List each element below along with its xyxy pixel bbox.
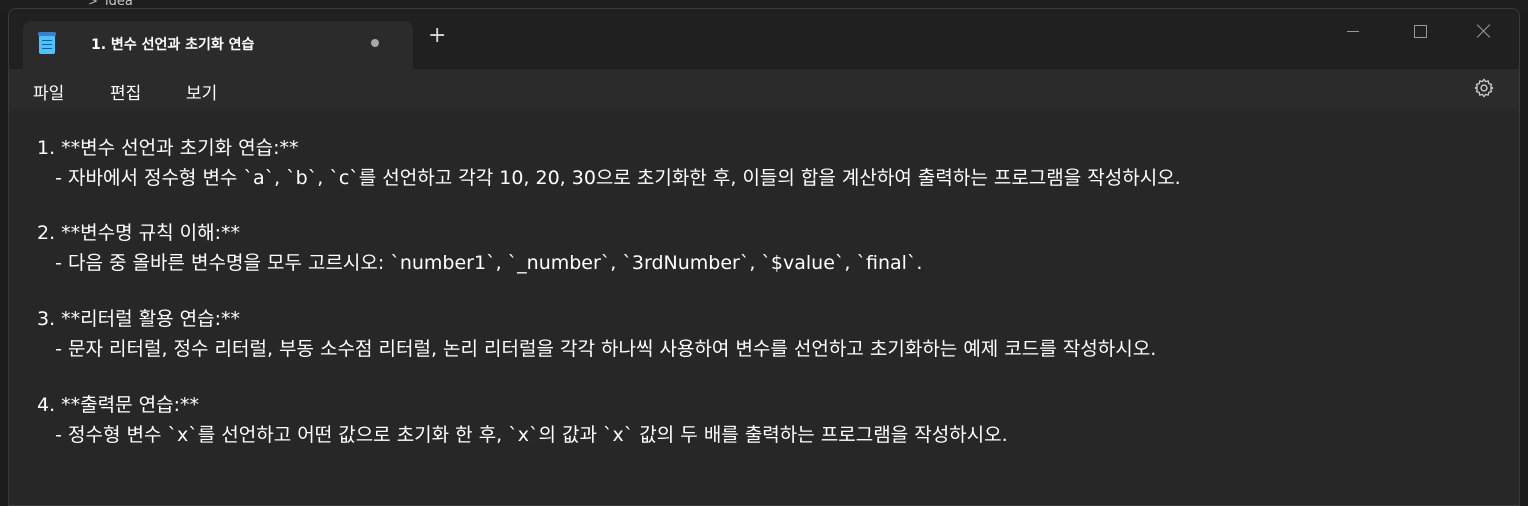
editor-line: - 문자 리터럴, 정수 리터럴, 부동 소수점 리터럴, 논리 리터럴을 각각… <box>37 338 1157 360</box>
editor-line: - 자바에서 정수형 변수 `a`, `b`, `c`를 선언하고 각각 10,… <box>37 167 1181 189</box>
editor-line: - 정수형 변수 `x`를 선언하고 어떤 값으로 초기화 한 후, `x`의 … <box>37 424 1008 446</box>
maximize-icon <box>1413 24 1427 38</box>
tab-document[interactable]: 1. 변수 선언과 초기화 연습 <box>23 21 413 69</box>
maximize-button[interactable] <box>1395 13 1445 49</box>
background-chevron: > <box>88 0 99 8</box>
close-icon <box>1476 23 1492 39</box>
editor-line: 4. **출력문 연습:** <box>37 394 200 416</box>
unsaved-indicator-icon[interactable] <box>371 39 379 47</box>
notepad-window: 1. 변수 선언과 초기화 연습 + 파일 편집 보기 1. **변수 선언과 … <box>8 8 1520 506</box>
menu-file[interactable]: 파일 <box>29 77 68 106</box>
editor-line: 1. **변수 선언과 초기화 연습:** <box>37 137 299 159</box>
text-editor[interactable]: 1. **변수 선언과 초기화 연습:** - 자바에서 정수형 변수 `a`,… <box>9 109 1519 505</box>
editor-line: 2. **변수명 규칙 이해:** <box>37 222 241 244</box>
editor-line: - 다음 중 올바른 변수명을 모두 고르시오: `number1`, `_nu… <box>37 252 923 274</box>
notepad-icon <box>38 32 56 54</box>
tab-title: 1. 변수 선언과 초기화 연습 <box>91 37 255 53</box>
title-bar[interactable]: 1. 변수 선언과 초기화 연습 + <box>9 9 1519 69</box>
new-tab-button[interactable]: + <box>428 25 446 47</box>
vertical-scrollbar[interactable] <box>1509 109 1513 505</box>
close-button[interactable] <box>1459 13 1509 49</box>
menu-bar: 파일 편집 보기 <box>9 69 1519 109</box>
menu-view[interactable]: 보기 <box>182 77 221 106</box>
menu-edit[interactable]: 편집 <box>106 77 145 106</box>
settings-gear-icon[interactable] <box>1473 77 1495 99</box>
minimize-button[interactable] <box>1328 13 1378 49</box>
minimize-icon <box>1347 30 1359 32</box>
editor-line: 3. **리터럴 활용 연습:** <box>37 308 241 330</box>
